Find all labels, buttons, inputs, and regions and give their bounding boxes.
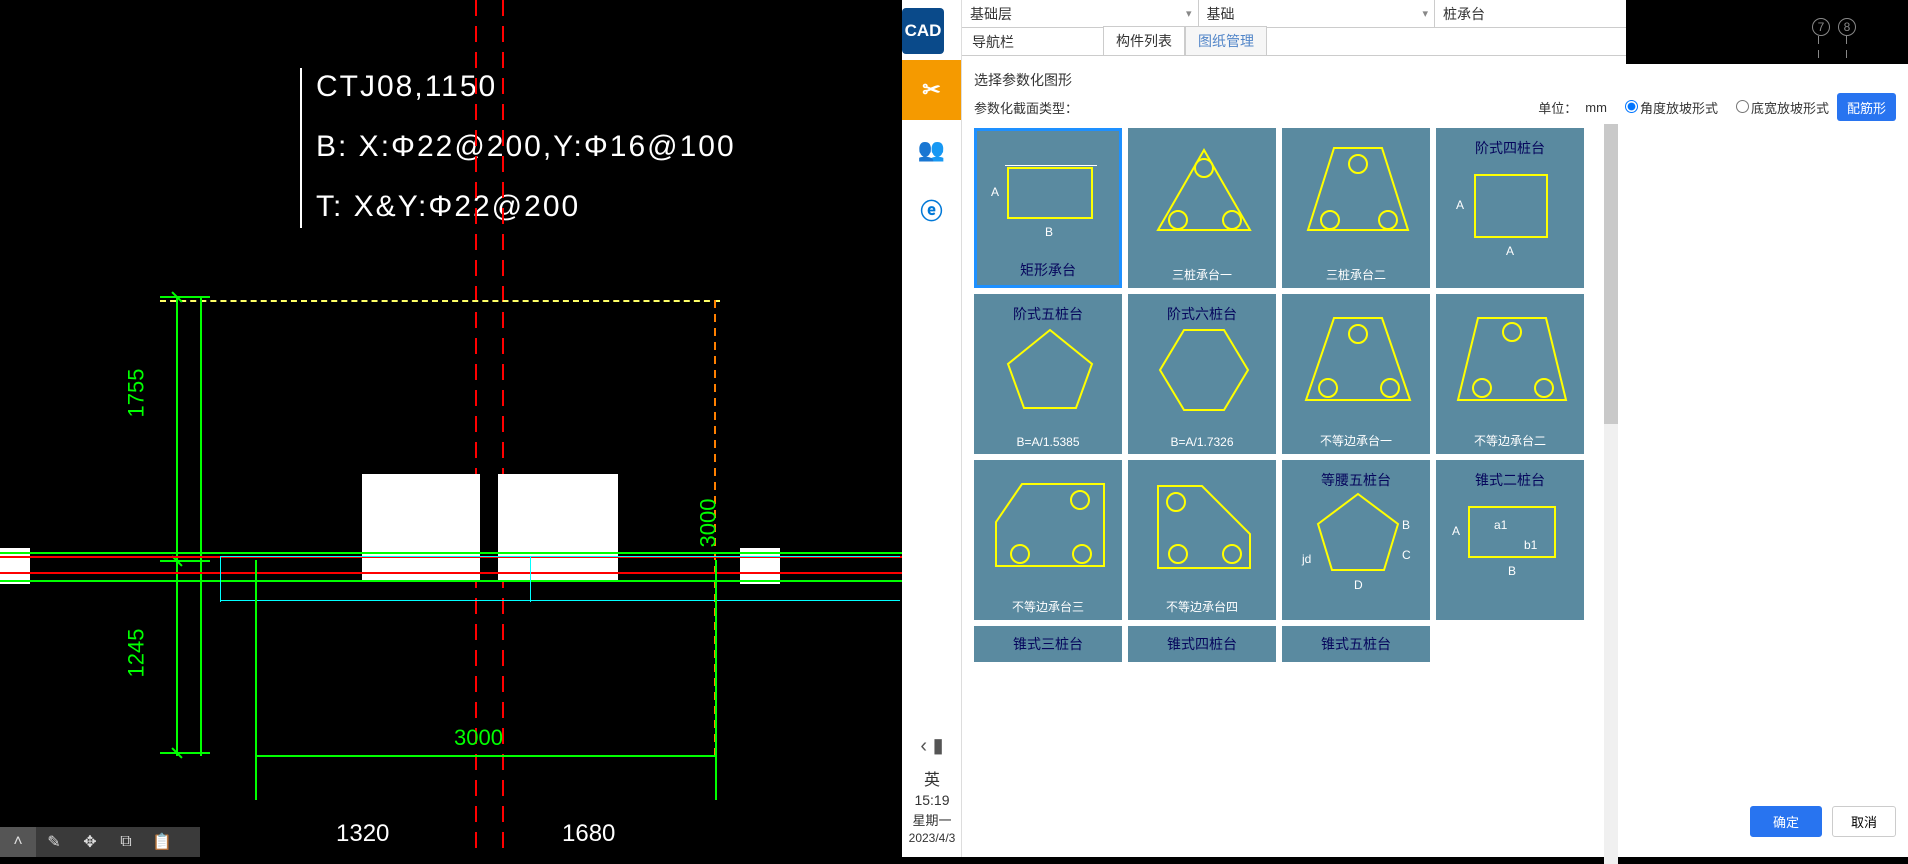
tray-time: 15:19 — [902, 792, 962, 808]
toolbar-paste-icon[interactable]: 📋 — [144, 827, 180, 857]
card-step4[interactable]: 阶式四桩台 A A — [1436, 128, 1584, 288]
cyan — [220, 556, 900, 557]
type-label: 参数化截面类型： — [974, 98, 1078, 117]
card-sub: 不等边承台三 — [976, 598, 1120, 615]
app-sidebar: CAD T ✂ 👥 ⓔ — [902, 0, 962, 857]
nav-label: 导航栏 — [962, 28, 1097, 55]
triangle-icon — [1130, 130, 1278, 260]
card-uneq-3[interactable]: 不等边承台三 — [974, 460, 1122, 620]
cancel-button[interactable]: 取消 — [1832, 806, 1896, 837]
card-sub: B=A/1.5385 — [976, 435, 1120, 449]
card-tri-2[interactable]: 三桩承台二 — [1282, 128, 1430, 288]
text-leader — [300, 68, 302, 228]
wall-green — [0, 552, 902, 554]
radio-width[interactable]: 底宽放坡形式 — [1726, 98, 1829, 117]
triangle-icon — [1284, 130, 1432, 260]
select-layer[interactable]: 基础层 — [962, 0, 1199, 27]
dash-top-y — [160, 300, 720, 302]
card-step5[interactable]: 阶式五桩台 B=A/1.5385 — [974, 294, 1122, 454]
card-sub: 三桩承台一 — [1130, 266, 1274, 283]
dim-3000v: 3000 — [695, 499, 721, 548]
card-sub: 不等边承台二 — [1438, 432, 1582, 449]
shape-white — [498, 474, 618, 580]
cyan — [220, 556, 221, 602]
cad-text-t: T: X&Y:Φ22@200 — [316, 190, 580, 224]
dimext — [715, 560, 717, 800]
card-sub: 不等边承台一 — [1284, 432, 1428, 449]
wall-green — [0, 580, 902, 582]
cyan — [220, 600, 900, 601]
gallery-scrollbar[interactable] — [1604, 124, 1618, 864]
dialog-subheader: 参数化截面类型： 单位： mm 角度放坡形式 底宽放坡形式 配筋形 — [962, 92, 1908, 122]
sidebar-people-icon[interactable]: 👥 — [902, 120, 961, 180]
unit-value: mm — [1585, 100, 1607, 115]
dim-1755: 1755 — [123, 369, 149, 418]
tray-day: 星期一 — [902, 810, 962, 829]
scroll-thumb[interactable] — [1604, 124, 1618, 424]
tab-drawing-mgmt[interactable]: 图纸管理 — [1185, 26, 1267, 55]
toolbar-copy-icon[interactable]: ⧉ — [108, 827, 144, 857]
radio-angle[interactable]: 角度放坡形式 — [1615, 98, 1718, 117]
card-cone4[interactable]: 锥式四桩台 — [1128, 626, 1276, 662]
toolbar-move-icon[interactable]: ✥ — [72, 827, 108, 857]
dim-1680: 1680 — [562, 820, 615, 848]
card-rect-pile-cap[interactable]: A B 矩形承台 — [974, 128, 1122, 288]
card-cone2[interactable]: 锥式二桩台 Aa1b1B — [1436, 460, 1584, 620]
extline — [160, 752, 210, 754]
pentagon-icon — [976, 296, 1124, 426]
radio-angle-input[interactable] — [1625, 100, 1638, 113]
beam-red — [0, 572, 902, 574]
tray-lang[interactable]: 英 — [902, 766, 962, 790]
cyan — [530, 556, 531, 602]
dim-frame-v — [176, 296, 178, 756]
card-cone5[interactable]: 锥式五桩台 — [1282, 626, 1430, 662]
gridline-bubble: 8 — [1838, 18, 1856, 36]
shape-white — [362, 474, 480, 580]
ok-button[interactable]: 确定 — [1750, 806, 1822, 837]
rebar-button[interactable]: 配筋形 — [1837, 93, 1896, 121]
card-uneq-4[interactable]: 不等边承台四 — [1128, 460, 1276, 620]
cad-viewport[interactable]: CTJ08,1150 B: X:Φ22@200,Y:Φ16@100 T: X&Y… — [0, 0, 902, 857]
tray: ‹ ▮ 英 15:19 星期一 2023/4/3 — [902, 733, 962, 857]
toolbar-edit-icon[interactable]: ✎ — [36, 827, 72, 857]
dim-1320: 1320 — [336, 820, 389, 848]
sidebar-scissors-icon[interactable]: ✂ — [902, 60, 961, 120]
card-step6[interactable]: 阶式六桩台 B=A/1.7326 — [1128, 294, 1276, 454]
card-sub: B=A/1.7326 — [1130, 435, 1274, 449]
toolbar-up-icon[interactable]: ˄ — [0, 827, 36, 857]
sidebar-edge-icon[interactable]: ⓔ — [902, 180, 961, 240]
card-tri-1[interactable]: 三桩承台一 — [1128, 128, 1276, 288]
card-cone3[interactable]: 锥式三桩台 — [974, 626, 1122, 662]
card-sub: 三桩承台二 — [1284, 266, 1428, 283]
card-sub: 不等边承台四 — [1130, 598, 1274, 615]
tab-component-list[interactable]: 构件列表 — [1103, 26, 1185, 55]
dimline — [255, 755, 715, 757]
tray-date: 2023/4/3 — [902, 831, 962, 845]
dim-1245: 1245 — [123, 629, 149, 678]
card-uneq-1[interactable]: 不等边承台一 — [1282, 294, 1430, 454]
card-uneq-2[interactable]: 不等边承台二 — [1436, 294, 1584, 454]
tray-collapse-icon[interactable]: ‹ ▮ — [902, 733, 962, 758]
unit-label: 单位： — [1538, 98, 1577, 117]
radio-width-input[interactable] — [1736, 100, 1749, 113]
cad-bottom-toolbar: ˄ ✎ ✥ ⧉ 📋 — [0, 827, 200, 857]
sidebar-cad-icon[interactable]: CAD — [902, 8, 944, 54]
select-category[interactable]: 基础 — [1199, 0, 1436, 27]
card-label: 矩形承台 — [1020, 260, 1076, 280]
card-iso5[interactable]: 等腰五桩台 jdBCD — [1282, 460, 1430, 620]
cad-text-ctj: CTJ08,1150 — [316, 70, 497, 104]
dialog-buttons: 确定 取消 — [1750, 806, 1896, 837]
extline — [160, 560, 210, 562]
extline — [160, 296, 210, 298]
shape-gallery: A B 矩形承台 三桩承台一 — [970, 124, 1600, 864]
hexagon-icon — [1130, 296, 1278, 426]
dialog-title: 选择参数化图形 — [962, 64, 1908, 92]
dim-frame-v2 — [200, 296, 202, 756]
dimext — [255, 560, 257, 800]
cad-text-b: B: X:Φ22@200,Y:Φ16@100 — [316, 130, 736, 164]
dim-3000h: 3000 — [454, 725, 503, 751]
gridline-bubble: 7 — [1812, 18, 1830, 36]
right-app: 基础层 基础 桩承台 CTJ-08 导航栏 构件列表 图纸管理 7 8 横向面筋… — [962, 0, 1908, 857]
param-shape-dialog: 选择参数化图形 参数化截面类型： 单位： mm 角度放坡形式 底宽放坡形式 配筋… — [962, 64, 1908, 857]
